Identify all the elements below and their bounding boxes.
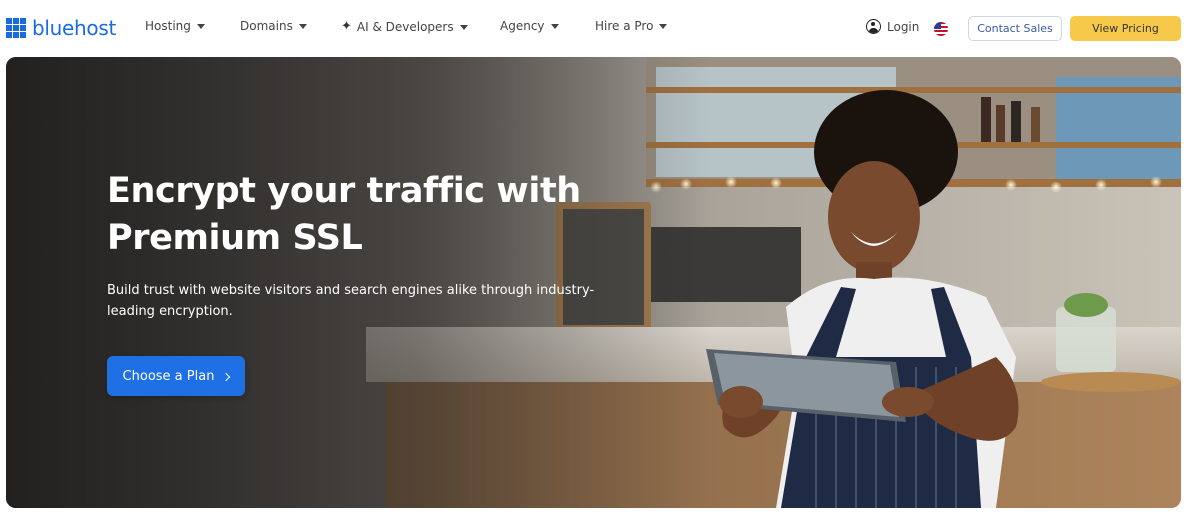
nav-domains[interactable]: Domains <box>240 19 307 33</box>
hero-subtitle-line-2: leading encryption. <box>107 304 233 319</box>
nav-domains-label: Domains <box>240 19 293 33</box>
hero-subtitle: Build trust with website visitors and se… <box>107 280 627 322</box>
hero-subtitle-line-1: Build trust with website visitors and se… <box>107 283 595 298</box>
choose-a-plan-label: Choose a Plan <box>122 368 215 384</box>
login-link[interactable]: Login <box>866 19 919 34</box>
chevron-down-icon <box>459 24 468 30</box>
choose-a-plan-button[interactable]: Choose a Plan <box>107 356 245 396</box>
user-icon <box>866 19 881 34</box>
nav-agency[interactable]: Agency <box>500 19 559 33</box>
logo-grid-icon <box>6 18 26 38</box>
chevron-down-icon <box>298 24 307 29</box>
hero-title: Encrypt your traffic with Premium SSL <box>107 168 627 262</box>
nav-hosting-label: Hosting <box>145 19 191 33</box>
view-pricing-button[interactable]: View Pricing <box>1070 16 1181 41</box>
top-nav: bluehost Hosting Domains ✦ AI & Develope… <box>0 0 1200 57</box>
nav-hire-a-pro-label: Hire a Pro <box>595 19 654 33</box>
chevron-right-icon <box>222 372 231 381</box>
chevron-down-icon <box>550 24 559 29</box>
nav-ai-developers[interactable]: ✦ AI & Developers <box>341 19 468 34</box>
hero-title-line-1: Encrypt your traffic with <box>107 171 581 211</box>
us-flag-icon[interactable] <box>934 22 948 36</box>
nav-ai-developers-label: AI & Developers <box>356 19 454 34</box>
contact-sales-button[interactable]: Contact Sales <box>968 16 1062 41</box>
nav-hire-a-pro[interactable]: Hire a Pro <box>595 19 668 33</box>
nav-agency-label: Agency <box>500 19 545 33</box>
logo-text: bluehost <box>32 16 117 40</box>
chevron-down-icon <box>196 24 205 29</box>
hero-title-line-2: Premium SSL <box>107 218 363 258</box>
sparkle-icon: ✦ <box>341 19 352 34</box>
hero-banner: Encrypt your traffic with Premium SSL Bu… <box>6 57 1181 508</box>
login-label: Login <box>887 19 920 34</box>
chevron-down-icon <box>659 24 668 29</box>
bluehost-logo[interactable]: bluehost <box>6 14 116 42</box>
nav-hosting[interactable]: Hosting <box>145 19 205 33</box>
